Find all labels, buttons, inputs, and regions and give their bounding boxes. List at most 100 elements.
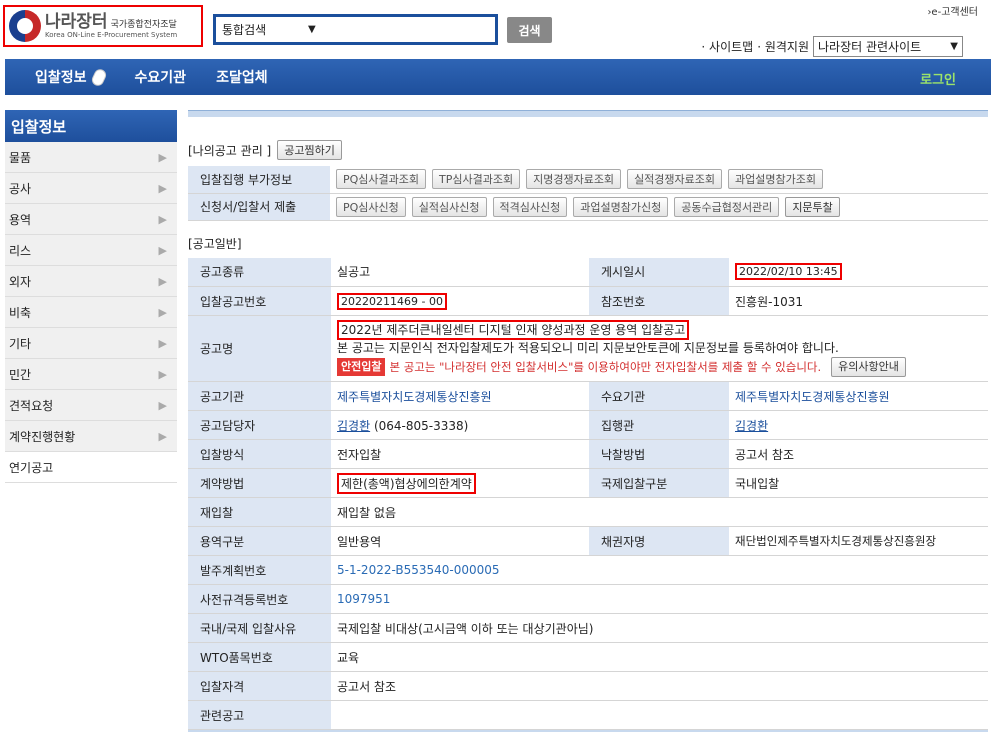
sidebar-item-label: 연기공고	[9, 460, 54, 475]
post-date-value: 2022/02/10 13:45	[735, 263, 842, 281]
search-button[interactable]: 검색	[507, 17, 552, 43]
notice-caution-button[interactable]: 유의사항안내	[831, 357, 906, 377]
wto-value: 교육	[331, 642, 988, 672]
notice-name-label: 공고명	[188, 315, 331, 382]
customer-center-link[interactable]: ›e-고객센터	[927, 3, 978, 18]
top-divider	[188, 110, 988, 117]
prespec-link[interactable]: 1097951	[331, 584, 988, 614]
performance-apply-button[interactable]: 실적심사신청	[411, 196, 487, 217]
my-notice-label: [나의공고 관리 ]	[188, 143, 272, 158]
nav-supplier[interactable]: 조달업체	[201, 59, 283, 95]
notice-no-value: 20220211469 - 00	[337, 292, 447, 310]
sidebar-item-label: 용역	[9, 212, 32, 227]
safe-bid-badge: 안전입찰	[337, 358, 386, 376]
table-row: 신청서/입찰서 제출 PQ심사신청 실적심사신청 적격심사신청 과업설명참가신청…	[188, 193, 988, 221]
bookmark-notice-button[interactable]: 공고찜하기	[277, 140, 342, 160]
rebid-label: 재입찰	[188, 497, 331, 527]
tp-result-button[interactable]: TP심사결과조회	[432, 169, 521, 190]
related-site-value: 나라장터 관련사이트	[818, 40, 922, 54]
nav-demand-agency[interactable]: 수요기관	[120, 59, 202, 95]
sitemap-link[interactable]: · 사이트맵	[701, 38, 753, 55]
nominated-data-button[interactable]: 지명경쟁자료조회	[526, 169, 622, 190]
notice-name-value: 2022년 제주더큰내일센터 디지털 인재 양성과정 운영 용역 입찰공고	[337, 320, 690, 340]
service-type-label: 용역구분	[188, 526, 331, 556]
logo[interactable]: 나라장터 국가종합전자조달 Korea ON-Line E-Procurement…	[3, 5, 203, 47]
pq-apply-button[interactable]: PQ심사신청	[336, 196, 406, 217]
sidebar-item-construction[interactable]: 공사 ▶	[5, 173, 177, 204]
demand-label: 수요기관	[589, 381, 729, 411]
reason-label: 국내/국제 입찰사유	[188, 613, 331, 643]
login-link[interactable]: 로그인	[920, 69, 956, 88]
sidebar-item-etc[interactable]: 기타 ▶	[5, 328, 177, 359]
service-type-value: 일반용역	[331, 526, 589, 556]
sidebar-item-private[interactable]: 민간 ▶	[5, 359, 177, 390]
table-row: 공고기관 제주특별자치도경제통상진흥원 수요기관 제주특별자치도경제통상진흥원	[188, 381, 988, 411]
chevron-right-icon: ▶	[158, 336, 167, 350]
chevron-right-icon: ▶	[158, 243, 167, 257]
nav-bid-info[interactable]: 입찰정보	[5, 59, 120, 95]
general-section-title: [공고일반]	[188, 236, 242, 251]
ref-no-value: 진흥원-1031	[729, 286, 988, 316]
sidebar-item-label: 비축	[9, 305, 32, 320]
agency-link[interactable]: 제주특별자치도경제통상진흥원	[331, 381, 589, 411]
order-plan-link[interactable]: 5-1-2022-B553540-000005	[331, 555, 988, 585]
sidebar-item-contract-status[interactable]: 계약진행현황 ▶	[5, 421, 177, 452]
joint-agreement-button[interactable]: 공동수급협정서관리	[674, 196, 780, 217]
award-method-label: 낙찰방법	[589, 439, 729, 469]
table-row: 공고종류 실공고 게시일시 2022/02/10 13:45	[188, 257, 988, 287]
qualification-label: 입찰자격	[188, 671, 331, 701]
chevron-right-icon: ▶	[158, 398, 167, 412]
remote-support-link[interactable]: · 원격지원	[757, 38, 809, 55]
chevron-right-icon: ▶	[158, 181, 167, 195]
qualification-apply-button[interactable]: 적격심사신청	[492, 196, 568, 217]
search-type-select[interactable]: 통합검색	[222, 21, 318, 38]
demand-link[interactable]: 제주특별자치도경제통상진흥원	[729, 381, 988, 411]
table-row: 입찰집행 부가정보 PQ심사결과조회 TP심사결과조회 지명경쟁자료조회 실적경…	[188, 166, 988, 194]
performance-data-button[interactable]: 실적경쟁자료조회	[627, 169, 723, 190]
briefing-apply-button[interactable]: 과업설명참가신청	[573, 196, 669, 217]
search-box[interactable]: 통합검색 ▼	[213, 14, 498, 45]
sidebar-item-label: 외자	[9, 274, 32, 289]
sidebar-item-lease[interactable]: 리스 ▶	[5, 235, 177, 266]
notice-no-label: 입찰공고번호	[188, 286, 331, 316]
logo-subtitle: Korea ON-Line E-Procurement System	[45, 30, 178, 39]
order-plan-label: 발주계획번호	[188, 555, 331, 585]
sidebar-item-service[interactable]: 용역 ▶	[5, 204, 177, 235]
header: 나라장터 국가종합전자조달 Korea ON-Line E-Procurement…	[0, 0, 1000, 58]
sidebar-item-quote[interactable]: 견적요청 ▶	[5, 390, 177, 421]
intl-label: 국제입찰구분	[589, 468, 729, 498]
reason-value: 국제입찰 비대상(고시금액 이하 또는 대상기관아님)	[331, 613, 988, 643]
chevron-down-icon: ▼	[950, 41, 958, 52]
table-row: 입찰자격 공고서 참조	[188, 671, 988, 701]
officer-link[interactable]: 김경환	[337, 419, 370, 433]
briefing-join-view-button[interactable]: 과업설명참가조회	[728, 169, 823, 190]
sidebar-item-goods[interactable]: 물품 ▶	[5, 142, 177, 173]
creditor-value: 재단법인제주특별자치도경제통상진흥원장	[729, 526, 988, 556]
fingerprint-bid-button[interactable]: 지문투찰	[785, 196, 840, 217]
officer-phone: (064-805-3338)	[370, 418, 469, 433]
post-date-label: 게시일시	[589, 257, 729, 287]
chevron-right-icon: ▶	[158, 274, 167, 288]
sidebar-item-postponed[interactable]: 연기공고	[5, 452, 177, 483]
top-links: · 사이트맵 · 원격지원 나라장터 관련사이트 ▼	[701, 36, 963, 57]
logo-title: 나라장터	[45, 11, 108, 32]
extra-info-table: 입찰집행 부가정보 PQ심사결과조회 TP심사결과조회 지명경쟁자료조회 실적경…	[188, 166, 988, 221]
table-row: 재입찰 재입찰 없음	[188, 497, 988, 527]
pq-result-button[interactable]: PQ심사결과조회	[336, 169, 427, 190]
intl-value: 국내입찰	[729, 468, 988, 498]
general-info-table: 공고종류 실공고 게시일시 2022/02/10 13:45 입찰공고번호 20…	[188, 257, 988, 730]
prespec-label: 사전규격등록번호	[188, 584, 331, 614]
chevron-right-icon: ▶	[158, 212, 167, 226]
sidebar-item-stockpile[interactable]: 비축 ▶	[5, 297, 177, 328]
row-label: 신청서/입찰서 제출	[188, 193, 330, 221]
award-method-value: 공고서 참조	[729, 439, 988, 469]
rebid-value: 재입찰 없음	[331, 497, 988, 527]
table-row: 공고명 2022년 제주더큰내일센터 디지털 인재 양성과정 운영 용역 입찰공…	[188, 315, 988, 382]
table-row: 관련공고	[188, 700, 988, 730]
executor-link[interactable]: 김경환	[735, 419, 768, 433]
table-row: 발주계획번호 5-1-2022-B553540-000005	[188, 555, 988, 585]
sidebar-item-foreign[interactable]: 외자 ▶	[5, 266, 177, 297]
chevron-right-icon: ▶	[158, 429, 167, 443]
related-site-select[interactable]: 나라장터 관련사이트 ▼	[813, 36, 963, 57]
table-row: 입찰공고번호 20220211469 - 00 참조번호 진흥원-1031	[188, 286, 988, 316]
